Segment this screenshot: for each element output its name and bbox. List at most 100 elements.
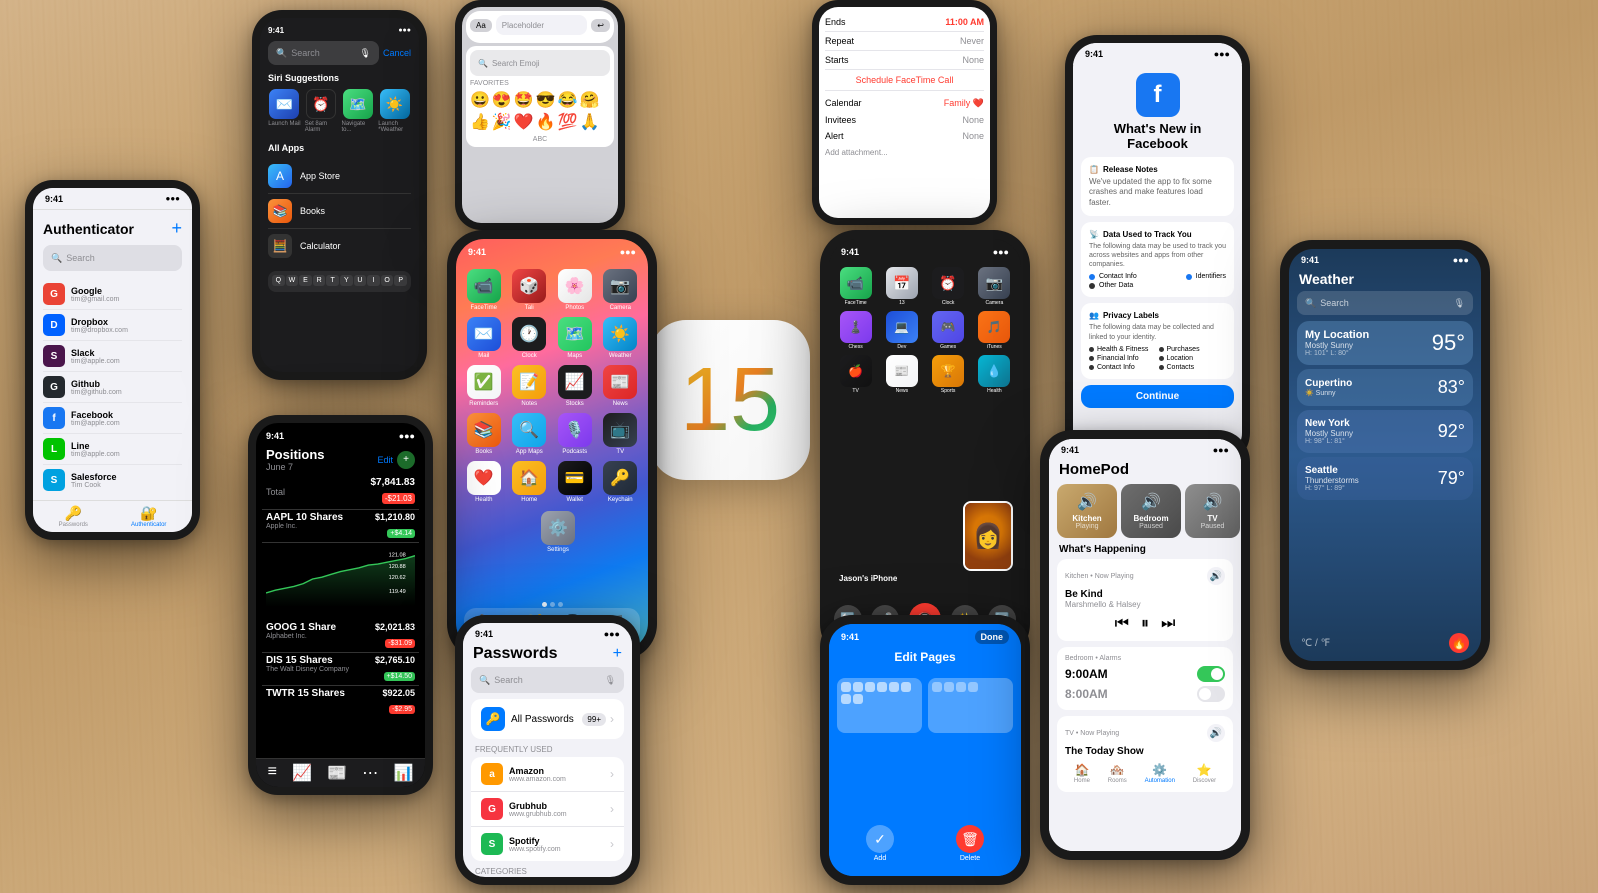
weather-search[interactable]: 🔍 Search 🎙 <box>1297 291 1473 315</box>
homepod-alarm2-toggle[interactable] <box>1197 686 1225 702</box>
stocks-tab-chart[interactable]: 📈 <box>292 763 312 783</box>
app-news[interactable]: 📰 News <box>601 365 641 407</box>
app-clock[interactable]: 🕐 Clock <box>510 317 550 359</box>
passwords-search[interactable]: 🔍 Search 🎙 <box>471 667 624 693</box>
spotlight-app-calculator[interactable]: 🧮 Calculator <box>268 229 411 263</box>
passwords-amazon[interactable]: a Amazon www.amazon.com › <box>471 757 624 792</box>
spotlight-app-appstore[interactable]: A App Store <box>268 159 411 194</box>
editpages-done-btn[interactable]: Done <box>975 630 1010 644</box>
passwords-all-passwords[interactable]: 🔑 All Passwords 99+ › <box>471 699 624 739</box>
homepod-nav-rooms[interactable]: 🏘️Rooms <box>1108 763 1127 784</box>
auth-account-facebook[interactable]: f Facebook tim@apple.com <box>43 403 182 434</box>
editpage-1[interactable] <box>837 678 922 733</box>
calendar-value: Family ❤️ <box>944 98 984 109</box>
siri-app-weather[interactable]: ☀️ Launch *Weather <box>378 89 411 133</box>
stocks-aapl-row[interactable]: AAPL 10 Shares Apple Inc. $1,210.80 +$4.… <box>262 510 419 543</box>
homepod-pause-btn[interactable]: ⏸ <box>1141 615 1149 633</box>
homepod-kitchen-volume[interactable]: 🔊 <box>1207 567 1225 585</box>
calendar-facetime-btn[interactable]: Schedule FaceTime Call <box>825 70 984 90</box>
passwords-add-btn[interactable]: + <box>613 645 622 663</box>
app-facetime[interactable]: 📹 FaceTime <box>464 269 504 311</box>
spotlight-app-books[interactable]: 📚 Books <box>268 194 411 229</box>
app-reminders[interactable]: ✅ Reminders <box>464 365 504 407</box>
homepod-bedroom-card[interactable]: 🔊 Bedroom Paused <box>1121 484 1181 538</box>
weather-seattle-hilo: H: 97° L: 89° <box>1305 485 1359 492</box>
homepod-nav-home[interactable]: 🏠Home <box>1074 763 1090 784</box>
app-home[interactable]: 🏠 Home <box>510 461 550 503</box>
weather-cupertino-temp: 83° <box>1438 377 1465 398</box>
calendar-attachment[interactable]: Add attachment... <box>825 144 984 161</box>
auth-account-google[interactable]: G Google tim@gmail.com <box>43 279 182 310</box>
spotlight-cancel-btn[interactable]: Cancel <box>383 48 411 58</box>
homepod-screen: 9:41 ●●● HomePod 🔊 Kitchen Playing 🔊 Bed… <box>1049 439 1241 851</box>
homepod-nav-discover[interactable]: ⭐Discover <box>1193 763 1216 784</box>
homepod-next-btn[interactable]: ⏭ <box>1161 615 1175 633</box>
auth-account-line[interactable]: L Line tim@apple.com <box>43 434 182 465</box>
app-mail[interactable]: ✉️ Mail <box>464 317 504 359</box>
app-weather[interactable]: ☀️ Weather <box>601 317 641 359</box>
weather-seattle-label: Seattle <box>1305 465 1359 476</box>
homepod-kitchen-card[interactable]: 🔊 Kitchen Playing <box>1057 484 1117 538</box>
app-tv[interactable]: 📺 TV <box>601 413 641 455</box>
auth-tab-passwords[interactable]: 🔑 Passwords <box>59 505 88 528</box>
stocks-goog-row[interactable]: GOOG 1 Share Alphabet Inc. $2,021.83 -$3… <box>262 620 419 653</box>
homepod-prev-btn[interactable]: ⏮ <box>1115 615 1129 633</box>
app-notes[interactable]: 📝 Notes <box>510 365 550 407</box>
auth-search[interactable]: 🔍 Search <box>43 245 182 271</box>
homepod-tv-volume[interactable]: 🔊 <box>1207 724 1225 742</box>
passwords-grubhub[interactable]: G Grubhub www.grubhub.com › <box>471 792 624 827</box>
calendar-ends-row: Ends 11:00 AM <box>825 13 984 32</box>
app-maps[interactable]: 🗺️ Maps <box>555 317 595 359</box>
weather-ny-hilo: H: 98° L: 81° <box>1305 438 1353 445</box>
editpages-add-btn[interactable]: ✓ Add <box>866 825 894 862</box>
homepod-nav-automation[interactable]: ⚙️Automation <box>1145 763 1175 784</box>
app-books[interactable]: 📚 Books <box>464 413 504 455</box>
auth-tab-authenticator[interactable]: 🔐 Authenticator <box>131 505 166 528</box>
stocks-dis-row[interactable]: DIS 15 Shares The Walt Disney Company $2… <box>262 653 419 686</box>
stocks-twtr-row[interactable]: TWTR 15 Shares $922.05 -$2.95 <box>262 686 419 718</box>
stocks-tab-report[interactable]: 📊 <box>393 763 413 783</box>
siri-app-mail[interactable]: ✉️ Launch Mail <box>268 89 301 133</box>
homepod-bottom-nav: 🏠Home 🏘️Rooms ⚙️Automation ⭐Discover <box>1065 763 1225 784</box>
app-wallet[interactable]: 💳 Wallet <box>555 461 595 503</box>
app-settings[interactable]: ⚙️ Settings <box>456 511 648 561</box>
stocks-tab-more[interactable]: ⋯ <box>362 763 378 783</box>
auth-account-github[interactable]: G Github tim@github.com <box>43 372 182 403</box>
weather-my-location[interactable]: My Location Mostly Sunny H: 101° L: 80° … <box>1297 321 1473 365</box>
app-tali[interactable]: 🎲 Tali <box>510 269 550 311</box>
facebook-continue-btn[interactable]: Continue <box>1081 385 1234 408</box>
app-camera[interactable]: 📷 Camera <box>601 269 641 311</box>
app-stocks[interactable]: 📈 Stocks <box>555 365 595 407</box>
stocks-tab-news[interactable]: 📰 <box>327 763 347 783</box>
calendar-ends-label: Ends <box>825 17 846 27</box>
app-keychain[interactable]: 🔑 Keychain <box>601 461 641 503</box>
homepod-tv-card[interactable]: 🔊 TV Paused <box>1185 484 1240 538</box>
weather-cupertino[interactable]: Cupertino ☀️ Sunny 83° <box>1297 369 1473 406</box>
weather-seattle[interactable]: Seattle Thunderstorms H: 97° L: 89° 79° <box>1297 457 1473 500</box>
stocks-add-btn[interactable]: + <box>397 451 415 469</box>
auth-account-salesforce[interactable]: S Salesforce Tim Cook <box>43 465 182 495</box>
app-photos[interactable]: 🌸 Photos <box>555 269 595 311</box>
siri-app-clock[interactable]: ⏰ Set 8am Alarm <box>305 89 338 133</box>
auth-account-slack[interactable]: S Slack tim@apple.com <box>43 341 182 372</box>
app-health[interactable]: ❤️ Health <box>464 461 504 503</box>
emoji-text-input[interactable]: Placeholder <box>496 15 588 35</box>
app-podcasts[interactable]: 🎙️ Podcasts <box>555 413 595 455</box>
stocks-edit-btn[interactable]: Edit <box>377 455 393 465</box>
auth-add-icon[interactable]: + <box>171 218 182 239</box>
siri-app-maps[interactable]: 🗺️ Navigate to... <box>342 89 375 133</box>
appstore-app-grid: 📹 FaceTime 🎲 Tali 🌸 Photos 📷 Camera ✉️ <box>456 261 648 511</box>
spotlight-search-bar[interactable]: 🔍 Search 🎙 <box>268 41 379 65</box>
weather-newyork[interactable]: New York Mostly Sunny H: 98° L: 81° 92° <box>1297 410 1473 453</box>
auth-account-dropbox[interactable]: D Dropbox tim@dropbox.com <box>43 310 182 341</box>
privacy-location: Location <box>1167 355 1193 362</box>
homepod-alarm1-toggle[interactable] <box>1197 666 1225 682</box>
stocks-tab-list[interactable]: ≡ <box>268 763 277 783</box>
emoji-search-bar[interactable]: 🔍 Search Emoji <box>470 50 610 76</box>
search-icon: 🔍 <box>51 253 62 264</box>
app-appmaps[interactable]: 🔍 App Maps <box>510 413 550 455</box>
weather-unit-toggle[interactable]: ℃ / ℉ <box>1301 638 1330 649</box>
editpages-delete-btn[interactable]: 🗑 Delete <box>956 825 984 862</box>
editpage-2[interactable] <box>928 678 1013 733</box>
passwords-spotify[interactable]: S Spotify www.spotify.com › <box>471 827 624 861</box>
